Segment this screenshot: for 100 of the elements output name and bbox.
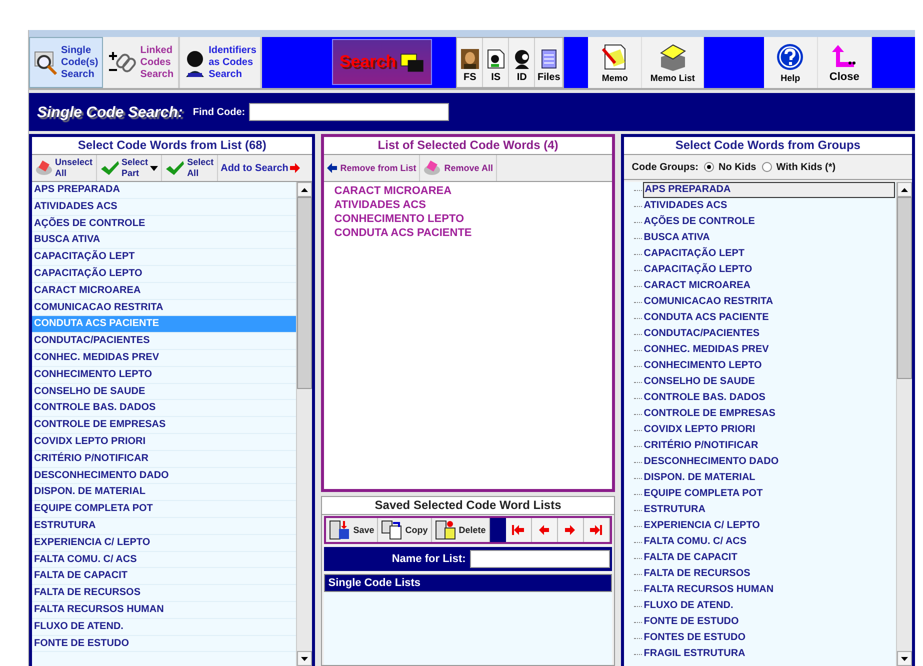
tree-item[interactable]: CONTROLE DE EMPRESAS: [642, 407, 776, 421]
list-item[interactable]: ESTRUTURA: [32, 518, 296, 535]
tree-item[interactable]: FONTE DE ESTUDO: [642, 615, 740, 629]
down-arrow-icon: [901, 656, 908, 660]
list-item[interactable]: CONDUTAC/PACIENTES: [32, 333, 296, 350]
list-item[interactable]: DESCONHECIMENTO DADO: [32, 468, 296, 484]
tree-item[interactable]: CRITÉRIO P/NOTIFICAR: [642, 439, 760, 453]
toolbar-button[interactable]: Help: [764, 37, 818, 88]
right-arrow-icon: [290, 163, 300, 173]
tree-item[interactable]: FONTES DE ESTUDO: [642, 631, 746, 645]
navigation-button[interactable]: [584, 518, 610, 542]
list-item[interactable]: EXPERIENCIA C/ LEPTO: [32, 534, 296, 552]
person-silhouette-icon: [512, 49, 531, 69]
list-item[interactable]: APS PREPARADA: [32, 182, 296, 199]
list-item[interactable]: ATIVIDADES ACS: [32, 198, 296, 216]
dropdown-caret-icon: [150, 166, 158, 170]
list-item[interactable]: CONTROLE BAS. DADOS: [32, 400, 296, 418]
eraser-icon: [35, 160, 53, 176]
list-name-field[interactable]: [470, 550, 610, 568]
list-item[interactable]: DISPON. DE MATERIAL: [32, 484, 296, 502]
tree-item[interactable]: FALTA DE CAPACIT: [642, 551, 738, 565]
tree-item[interactable]: FLUXO DE ATEND.: [642, 599, 734, 613]
list-item[interactable]: CAPACITAÇÃO LEPTO: [32, 266, 296, 283]
toolbar-button[interactable]: Memo: [588, 37, 642, 88]
list-item[interactable]: CONHEC. MEDIDAS PREV: [32, 350, 296, 367]
list-item[interactable]: FLUXO DE ATEND.: [32, 618, 296, 636]
toolbar-button[interactable]: Files: [535, 38, 564, 87]
document-person-icon: [486, 49, 505, 69]
toolbar-button[interactable]: FS: [457, 38, 484, 87]
list-item[interactable]: CONHECIMENTO LEPTO: [334, 212, 602, 226]
tree-item[interactable]: CONDUTAC/PACIENTES: [642, 327, 761, 341]
tree-item[interactable]: DISPON. DE MATERIAL: [642, 471, 756, 485]
navigation-button[interactable]: [506, 518, 532, 542]
checkmark-icon: [100, 160, 120, 176]
list-item[interactable]: CAPACITAÇÃO LEPT: [32, 249, 296, 266]
tree-item[interactable]: AÇÕES DE CONTROLE: [642, 215, 756, 229]
tree-item[interactable]: FALTA DE RECURSOS: [642, 567, 752, 581]
toolbar-button[interactable]: Remove from List: [324, 155, 420, 181]
list-item[interactable]: COVIDX LEPTO PRIORI: [32, 434, 296, 451]
list-item[interactable]: CARACT MICROAREA: [32, 282, 296, 300]
list-item[interactable]: CONDUTA ACS PACIENTE: [334, 226, 602, 240]
toolbar-button[interactable]: IS: [483, 38, 510, 87]
find-code-field[interactable]: [249, 103, 450, 121]
tree-item[interactable]: FALTA RECURSOS HUMAN: [642, 583, 775, 597]
navigation-button[interactable]: [532, 518, 558, 542]
mode-tab[interactable]: Linked Codes Search: [103, 37, 180, 88]
list-item[interactable]: BUSCA ATIVA: [32, 232, 296, 250]
floppy-disk-icon: [329, 520, 352, 540]
panel-title: Select Code Words from Groups: [624, 137, 912, 155]
toolbar-button[interactable]: Close: [818, 37, 872, 88]
tree-item[interactable]: CONDUTA ACS PACIENTE: [642, 311, 770, 325]
list-item[interactable]: FALTA COMU. C/ ACS: [32, 552, 296, 568]
tree-item[interactable]: CONSELHO DE SAUDE: [642, 375, 756, 389]
list-item[interactable]: FALTA DE CAPACIT: [32, 568, 296, 586]
tree-item[interactable]: EQUIPE COMPLETA POT: [642, 487, 764, 501]
tree-item[interactable]: CONTROLE BAS. DADOS: [642, 391, 766, 405]
scrollbar[interactable]: [896, 182, 912, 666]
toolbar-button[interactable]: Memo List: [642, 37, 704, 88]
list-item[interactable]: EQUIPE COMPLETA POT: [32, 501, 296, 518]
tree-item[interactable]: ESTRUTURA: [642, 503, 706, 517]
tree-item[interactable]: APS PREPARADA: [642, 182, 895, 198]
list-item[interactable]: CONSELHO DE SAUDE: [32, 384, 296, 400]
tree-item[interactable]: CONHEC. MEDIDAS PREV: [642, 343, 770, 357]
tree-item[interactable]: BUSCA ATIVA: [642, 231, 711, 245]
radio-option[interactable]: No Kids: [704, 162, 756, 172]
tree-item[interactable]: COMUNICACAO RESTRITA: [642, 295, 774, 309]
mode-tab[interactable]: Identifiers as Codes Search: [180, 37, 262, 88]
tree-item[interactable]: DESCONHECIMENTO DADO: [642, 455, 780, 469]
tree-item[interactable]: CAPACITAÇÃO LEPTO: [642, 263, 754, 277]
list-item[interactable]: CONHECIMENTO LEPTO: [32, 366, 296, 384]
list-item[interactable]: ATIVIDADES ACS: [334, 198, 602, 212]
exit-arrow-icon: [830, 42, 858, 68]
tree-item[interactable]: COVIDX LEPTO PRIORI: [642, 423, 756, 437]
radio-option[interactable]: With Kids (*): [762, 162, 836, 172]
help-icon: [776, 42, 804, 70]
tree-item[interactable]: FRAGIL ESTRUTURA: [642, 647, 746, 661]
first-record-icon: [512, 525, 524, 535]
scrollbar[interactable]: [296, 182, 312, 666]
list-item[interactable]: FALTA DE RECURSOS: [32, 585, 296, 602]
copy-icon: [381, 520, 404, 540]
panel-title: List of Selected Code Words (4): [324, 137, 612, 155]
list-item[interactable]: AÇÕES DE CONTROLE: [32, 216, 296, 232]
tree-item[interactable]: CAPACITAÇÃO LEPT: [642, 247, 746, 261]
toolbar-button[interactable]: ID: [509, 38, 536, 87]
chain-link-icon: [107, 50, 138, 76]
tree-item[interactable]: FALTA COMU. C/ ACS: [642, 535, 748, 549]
tree-item[interactable]: CARACT MICROAREA: [642, 279, 752, 293]
tree-item[interactable]: ATIVIDADES ACS: [642, 199, 728, 213]
list-item[interactable]: CARACT MICROAREA: [334, 184, 602, 198]
navigation-button[interactable]: [558, 518, 584, 542]
list-header: Single Code Lists: [324, 574, 612, 592]
right-arrow-icon: [565, 525, 576, 535]
list-item[interactable]: CONTROLE DE EMPRESAS: [32, 417, 296, 434]
list-item[interactable]: CRITÉRIO P/NOTIFICAR: [32, 450, 296, 468]
down-arrow-icon: [301, 656, 308, 660]
list-item[interactable]: FALTA RECURSOS HUMAN: [32, 602, 296, 619]
tree-item[interactable]: EXPERIENCIA C/ LEPTO: [642, 519, 761, 533]
mode-tab[interactable]: Single Code(s) Search: [29, 37, 104, 88]
list-item[interactable]: FONTE DE ESTUDO: [32, 636, 296, 652]
tree-item[interactable]: CONHECIMENTO LEPTO: [642, 359, 763, 373]
